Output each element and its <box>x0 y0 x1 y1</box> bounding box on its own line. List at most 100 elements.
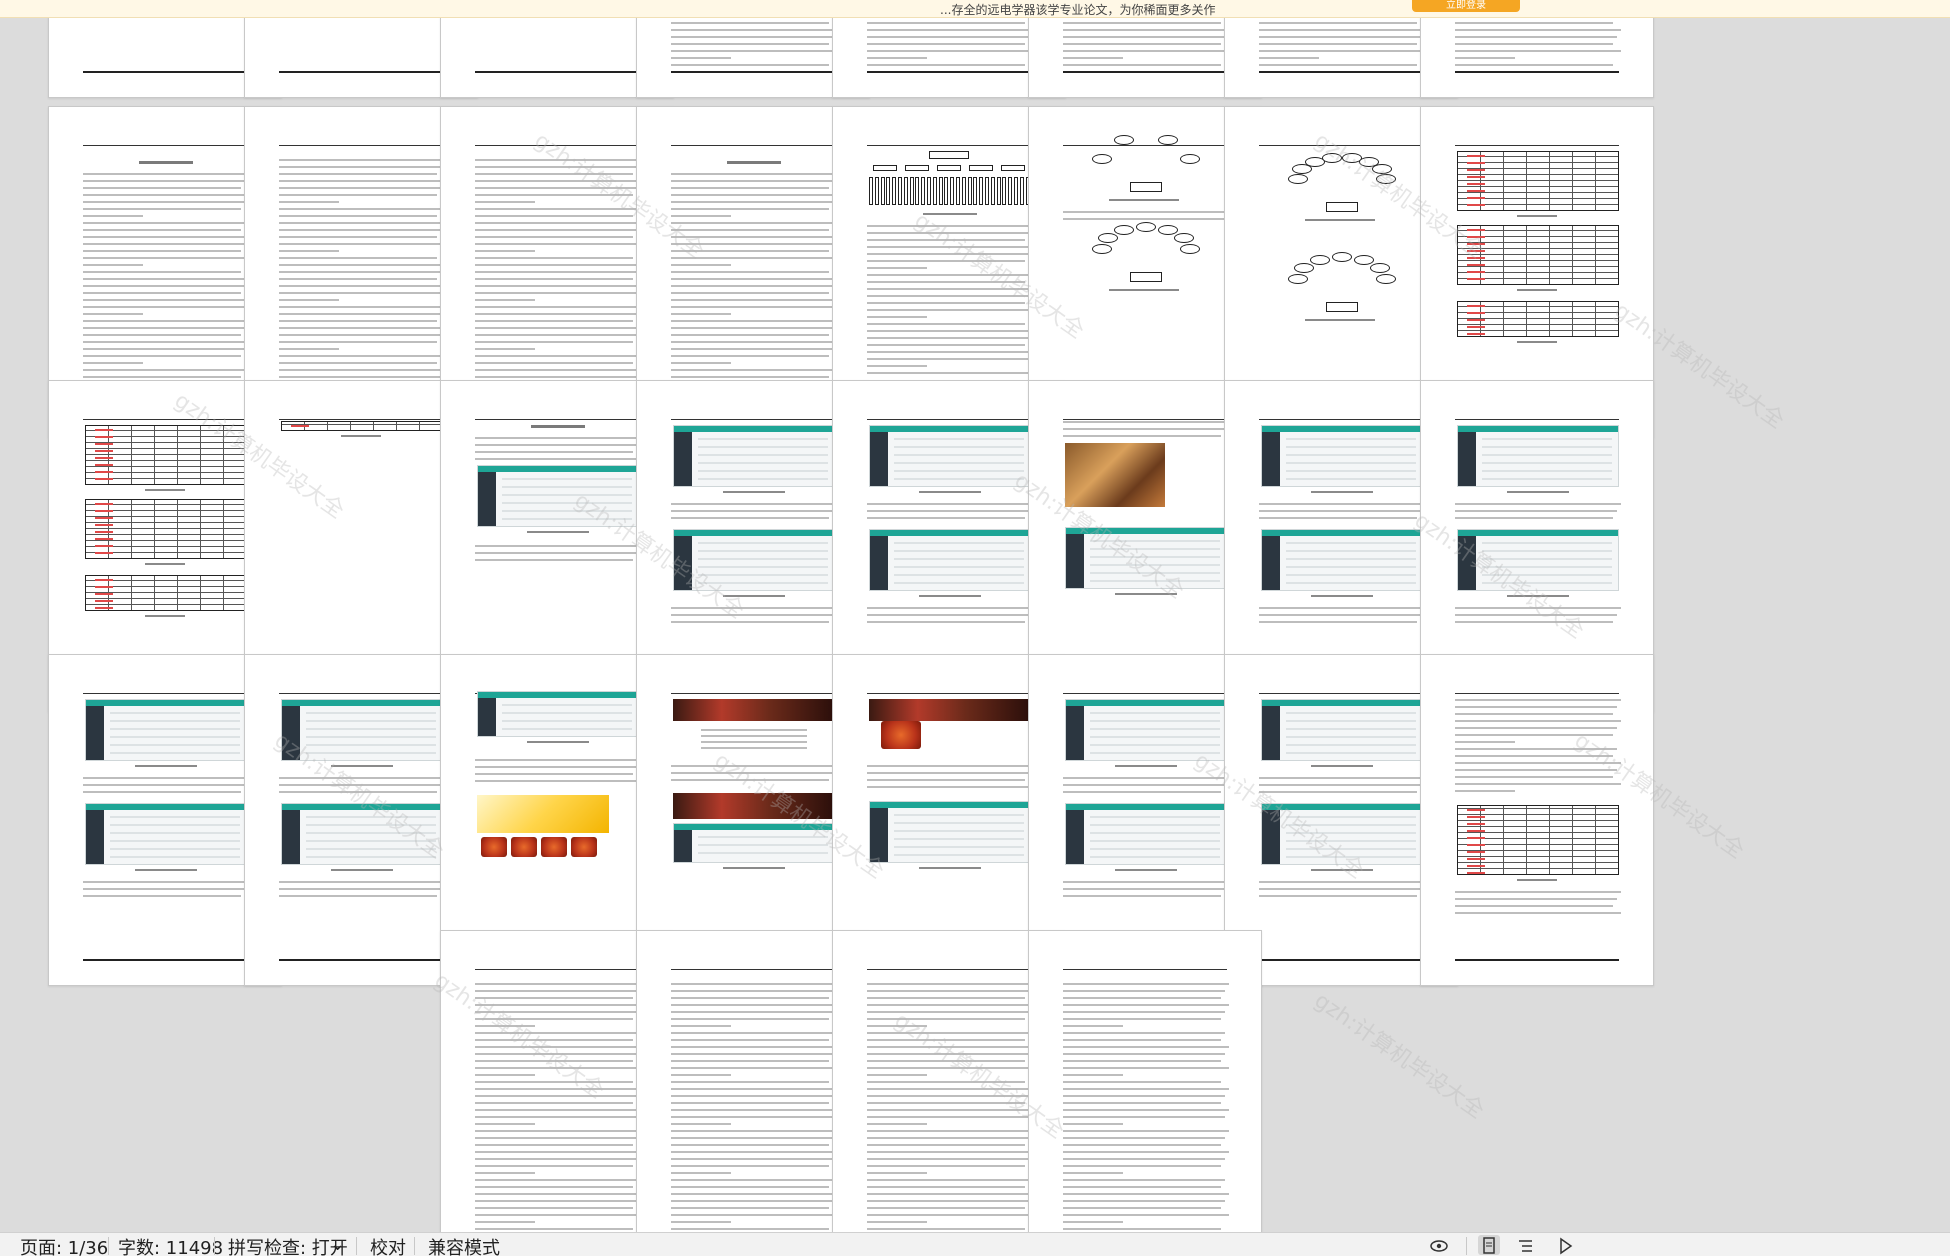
attribute-ellipse <box>1180 244 1200 254</box>
text-line <box>1259 64 1417 66</box>
text-line <box>83 306 245 308</box>
text-line <box>475 1158 637 1160</box>
app-row <box>1482 454 1612 456</box>
text-line <box>475 306 641 308</box>
text-line <box>867 57 927 59</box>
attribute-ellipse <box>1092 244 1112 254</box>
text-line <box>671 180 833 182</box>
text-line <box>279 180 445 182</box>
text-line <box>475 1109 641 1111</box>
text-line <box>83 777 249 779</box>
app-row <box>1286 566 1416 568</box>
text-line <box>671 355 829 357</box>
app-row <box>1482 478 1612 480</box>
spellcheck-mark <box>1467 333 1485 335</box>
notification-bar: ...存全的远电学器该学专业论文，为你稀面更多关作 立即登录 <box>0 0 1950 18</box>
spellcheck-mark <box>95 552 113 554</box>
text-line <box>475 180 641 182</box>
app-row <box>1286 728 1416 730</box>
spellcheck-mark <box>291 425 309 427</box>
app-row <box>1286 582 1416 584</box>
document-page[interactable] <box>1420 18 1654 98</box>
text-line <box>867 1130 1033 1132</box>
app-row <box>502 510 632 512</box>
text-line <box>279 187 441 189</box>
app-header <box>674 530 834 536</box>
document-thumbnail-grid[interactable]: gzh:计算机毕设大全 gzh:计算机毕设大全 gzh:计算机毕设大全 gzh:计算机… <box>0 18 1950 1232</box>
page-header-rule <box>671 145 835 146</box>
figure-caption <box>923 213 977 215</box>
figure-caption <box>1507 595 1569 597</box>
text-line <box>475 278 633 280</box>
text-line <box>671 57 731 59</box>
page-view-icon[interactable] <box>1478 1235 1500 1255</box>
restaurant-banner <box>673 699 835 721</box>
app-row <box>502 712 632 714</box>
app-row <box>110 712 240 714</box>
list-view-icon[interactable] <box>1514 1235 1536 1255</box>
chevron-down-icon[interactable]: ⌄ <box>330 1234 345 1255</box>
text-line <box>867 990 1029 992</box>
word-count[interactable]: 字数: 11498 <box>118 1234 223 1256</box>
app-row <box>698 566 828 568</box>
document-page[interactable] <box>1420 654 1654 986</box>
text-line <box>83 292 241 294</box>
figure-caption <box>919 867 981 869</box>
app-row <box>1090 752 1220 754</box>
play-icon[interactable] <box>1554 1235 1576 1255</box>
app-row <box>894 446 1024 448</box>
proofread-button[interactable]: 校对 <box>370 1234 406 1256</box>
app-row <box>1286 574 1416 576</box>
app-row <box>306 848 436 850</box>
text-line <box>1063 1088 1229 1090</box>
app-row <box>894 830 1024 832</box>
app-row <box>894 582 1024 584</box>
app-header <box>478 692 638 698</box>
figure-caption <box>527 531 589 533</box>
app-row <box>306 728 436 730</box>
app-row <box>1286 478 1416 480</box>
dish-image <box>511 837 537 857</box>
text-line <box>1259 503 1425 505</box>
text-line <box>279 166 441 168</box>
text-line <box>475 208 637 210</box>
text-line <box>867 358 1029 360</box>
text-line <box>83 187 241 189</box>
app-row <box>110 856 240 858</box>
page-header-rule <box>475 969 639 970</box>
page-indicator[interactable]: 页面: 1/36 <box>20 1234 108 1256</box>
text-line <box>1063 1137 1225 1139</box>
text-line <box>671 264 731 266</box>
app-sidebar <box>1262 536 1280 590</box>
text-line <box>475 1207 633 1209</box>
text-line <box>1455 748 1617 750</box>
app-sidebar <box>674 432 692 486</box>
text-line <box>1063 1165 1221 1167</box>
text-line <box>1063 1221 1123 1223</box>
app-sidebar <box>1066 810 1084 864</box>
text-line <box>279 299 339 301</box>
app-header <box>1262 804 1422 810</box>
figure-screenshot <box>85 803 247 865</box>
text-line <box>1063 1186 1221 1188</box>
login-button[interactable]: 立即登录 <box>1412 0 1520 12</box>
tree-node <box>873 165 897 171</box>
app-row <box>306 856 436 858</box>
figure-screenshot <box>1065 803 1227 865</box>
data-table <box>1457 151 1619 211</box>
text-line <box>671 376 829 378</box>
text-line <box>83 208 241 210</box>
app-row <box>110 848 240 850</box>
app-row <box>1090 856 1220 858</box>
figure-caption <box>723 867 785 869</box>
app-header <box>870 426 1030 432</box>
app-row <box>894 558 1024 560</box>
document-page[interactable] <box>1028 930 1262 1232</box>
text-line <box>671 1102 829 1104</box>
text-line <box>1063 1200 1225 1202</box>
eye-icon[interactable] <box>1428 1235 1450 1255</box>
app-sidebar <box>1262 706 1280 760</box>
text-line <box>475 1053 637 1055</box>
text-line <box>867 372 1033 374</box>
text-line <box>1259 36 1421 38</box>
